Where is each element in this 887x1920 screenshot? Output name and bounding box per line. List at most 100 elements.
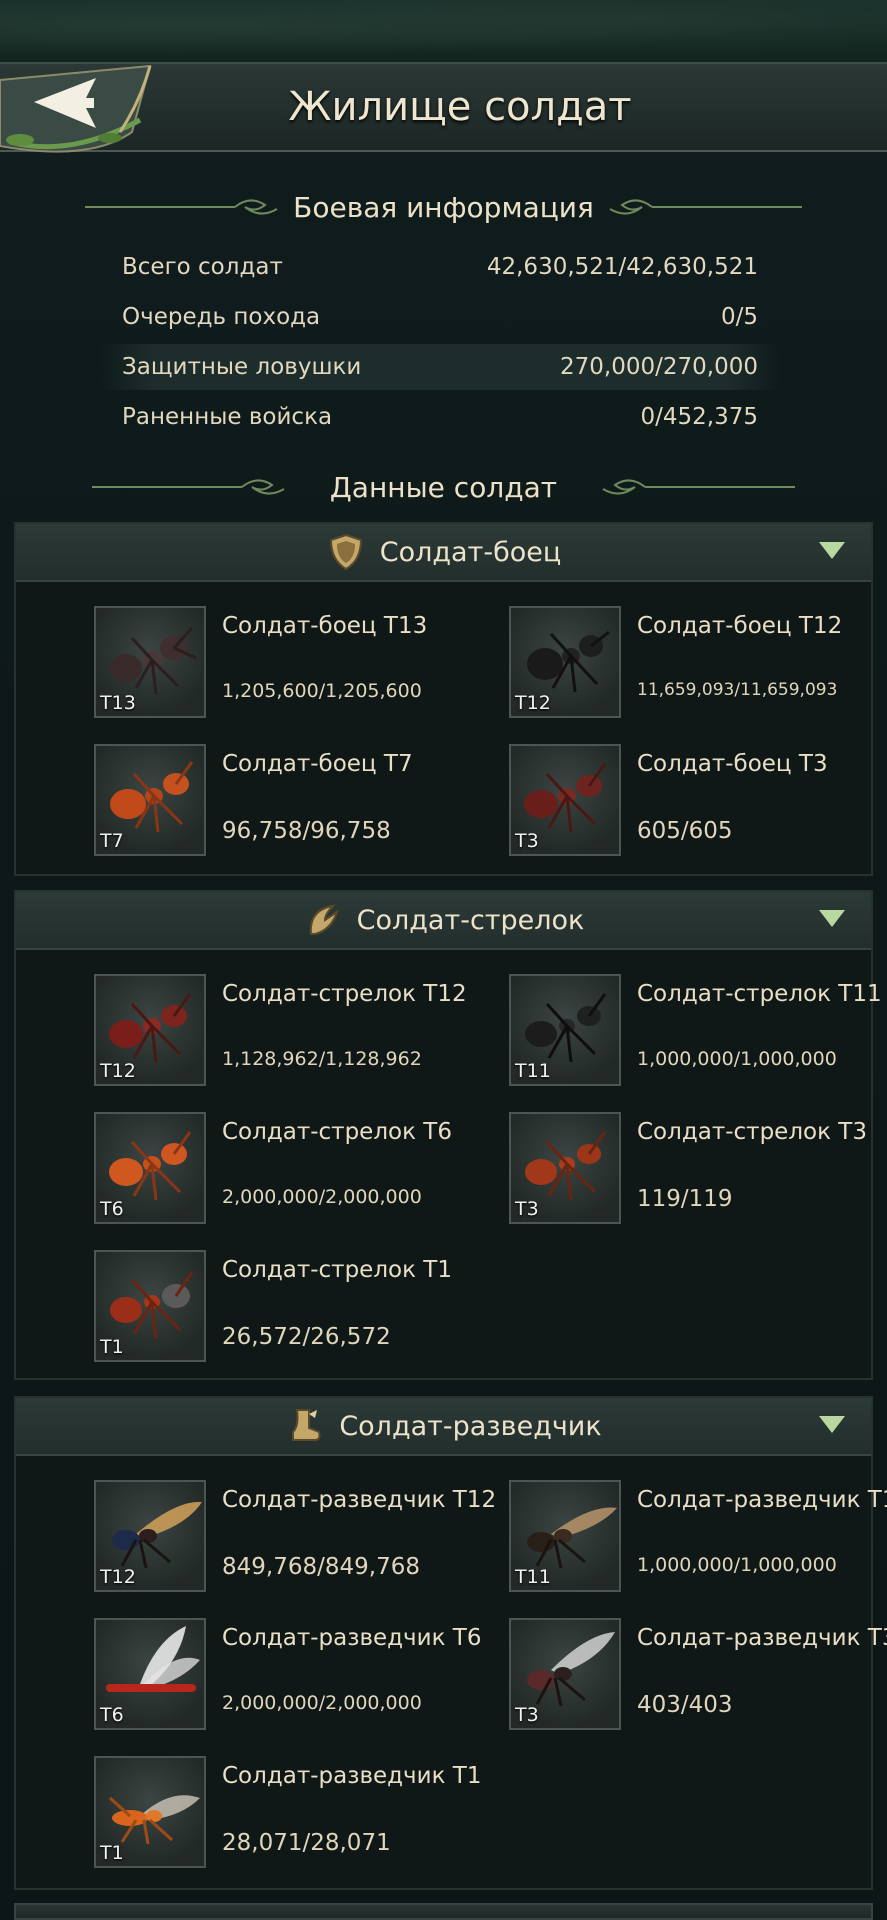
category-title: Солдат-боец — [379, 536, 562, 568]
boot-icon — [285, 1406, 325, 1446]
bow-icon — [303, 900, 343, 940]
unit-name: Солдат-стрелок T12 — [222, 981, 467, 1007]
category-header-shooter[interactable]: Солдат-стрелок — [16, 892, 871, 950]
tier-label: T3 — [515, 1198, 539, 1220]
unit-name: Солдат-разведчик T12 — [222, 1487, 497, 1513]
unit-card[interactable]: T11 Солдат-разведчик T11 1,000,000/1,000… — [509, 1480, 887, 1594]
unit-count: 1,205,600/1,205,600 — [222, 680, 422, 702]
tier-label: T7 — [100, 830, 124, 852]
unit-count: 403/403 — [637, 1692, 733, 1718]
unit-thumbnail: T6 — [94, 1618, 206, 1730]
soldier-data-title: Данные солдат — [329, 470, 558, 504]
ornament-left-icon — [91, 479, 285, 495]
unit-thumbnail: T1 — [94, 1756, 206, 1868]
unit-card[interactable]: T3 Солдат-боец T3 605/605 — [509, 744, 887, 858]
page-title: Жилище солдат — [288, 84, 632, 130]
next-panel-edge — [14, 1903, 873, 1920]
unit-thumbnail: T3 — [509, 1618, 621, 1730]
unit-card[interactable]: T1 Солдат-стрелок T1 26,572/26,572 — [94, 1250, 504, 1364]
unit-thumbnail: T1 — [94, 1250, 206, 1362]
chevron-down-icon[interactable] — [819, 542, 845, 559]
soldier-housing-screen: Жилище солдат Боевая информация Всего со… — [0, 0, 887, 1920]
unit-thumbnail: T11 — [509, 1480, 621, 1592]
unit-name: Солдат-стрелок T3 — [637, 1119, 867, 1145]
category-header-fighter[interactable]: Солдат-боец — [16, 524, 871, 582]
tier-label: T6 — [100, 1198, 124, 1220]
unit-card[interactable]: T7 Солдат-боец T7 96,758/96,758 — [94, 744, 504, 858]
unit-count: 28,071/28,071 — [222, 1830, 391, 1856]
info-row-march-queue: Очередь похода 0/5 — [100, 294, 780, 340]
unit-count: 849,768/849,768 — [222, 1554, 420, 1580]
unit-name: Солдат-разведчик T6 — [222, 1625, 482, 1651]
unit-count: 2,000,000/2,000,000 — [222, 1186, 422, 1208]
unit-name: Солдат-стрелок T11 — [637, 981, 882, 1007]
unit-thumbnail: T11 — [509, 974, 621, 1086]
info-value: 270,000/270,000 — [560, 354, 758, 380]
unit-card[interactable]: T1 Солдат-разведчик T1 28,071/28,071 — [94, 1756, 504, 1870]
category-title: Солдат-стрелок — [356, 904, 585, 936]
unit-name: Солдат-боец T7 — [222, 751, 413, 777]
unit-count: 119/119 — [637, 1186, 733, 1212]
unit-count: 26,572/26,572 — [222, 1324, 391, 1350]
unit-card[interactable]: T3 Солдат-стрелок T3 119/119 — [509, 1112, 887, 1226]
info-value: 0/5 — [720, 304, 758, 330]
unit-count: 11,659,093/11,659,093 — [637, 680, 838, 700]
unit-name: Солдат-разведчик T11 — [637, 1487, 887, 1513]
battle-info-title: Боевая информация — [293, 190, 594, 224]
tier-label: T1 — [100, 1842, 124, 1864]
unit-count: 1,000,000/1,000,000 — [637, 1048, 837, 1070]
unit-thumbnail: T6 — [94, 1112, 206, 1224]
ornament-right-icon — [602, 479, 796, 495]
chevron-down-icon[interactable] — [819, 910, 845, 927]
unit-card[interactable]: T12 Солдат-стрелок T12 1,128,962/1,128,9… — [94, 974, 504, 1088]
unit-thumbnail: T12 — [94, 974, 206, 1086]
unit-thumbnail: T13 — [94, 606, 206, 718]
unit-card[interactable]: T12 Солдат-разведчик T12 849,768/849,768 — [94, 1480, 504, 1594]
unit-card[interactable]: T6 Солдат-разведчик T6 2,000,000/2,000,0… — [94, 1618, 504, 1732]
unit-name: Солдат-боец T3 — [637, 751, 828, 777]
info-value: 42,630,521/42,630,521 — [486, 254, 758, 280]
soldier-data-heading: Данные солдат — [0, 462, 887, 512]
unit-card[interactable]: T3 Солдат-разведчик T3 403/403 — [509, 1618, 887, 1732]
shield-icon — [326, 532, 366, 572]
unit-count: 605/605 — [637, 818, 733, 844]
unit-card[interactable]: T6 Солдат-стрелок T6 2,000,000/2,000,000 — [94, 1112, 504, 1226]
unit-thumbnail: T7 — [94, 744, 206, 856]
tier-label: T11 — [515, 1566, 551, 1588]
unit-name: Солдат-боец T12 — [637, 613, 843, 639]
top-decor — [0, 0, 887, 62]
back-button[interactable] — [0, 62, 170, 158]
unit-count: 2,000,000/2,000,000 — [222, 1692, 422, 1714]
unit-name: Солдат-стрелок T1 — [222, 1257, 452, 1283]
unit-name: Солдат-стрелок T6 — [222, 1119, 452, 1145]
tier-label: T6 — [100, 1704, 124, 1726]
tier-label: T3 — [515, 830, 539, 852]
unit-card[interactable]: T12 Солдат-боец T12 11,659,093/11,659,09… — [509, 606, 887, 720]
unit-count: 1,000,000/1,000,000 — [637, 1554, 837, 1576]
info-row-total-soldiers: Всего солдат 42,630,521/42,630,521 — [100, 244, 780, 290]
unit-thumbnail: T12 — [509, 606, 621, 718]
ornament-left-icon — [85, 199, 278, 215]
unit-name: Солдат-разведчик T1 — [222, 1763, 482, 1789]
unit-name: Солдат-разведчик T3 — [637, 1625, 887, 1651]
tier-label: T12 — [100, 1566, 136, 1588]
unit-count: 96,758/96,758 — [222, 818, 391, 844]
tier-label: T12 — [100, 1060, 136, 1082]
info-label: Очередь похода — [122, 304, 321, 330]
info-label: Раненные войска — [122, 404, 333, 430]
tier-label: T13 — [100, 692, 136, 714]
info-label: Защитные ловушки — [122, 354, 362, 380]
tier-label: T3 — [515, 1704, 539, 1726]
tier-label: T12 — [515, 692, 551, 714]
chevron-down-icon[interactable] — [819, 1416, 845, 1433]
ornament-right-icon — [609, 199, 802, 215]
info-row-defense-traps: Защитные ловушки 270,000/270,000 — [100, 344, 780, 390]
category-header-scout[interactable]: Солдат-разведчик — [16, 1398, 871, 1456]
tier-label: T11 — [515, 1060, 551, 1082]
unit-thumbnail: T3 — [509, 1112, 621, 1224]
unit-card[interactable]: T11 Солдат-стрелок T11 1,000,000/1,000,0… — [509, 974, 887, 1088]
info-value: 0/452,375 — [640, 404, 759, 430]
unit-count: 1,128,962/1,128,962 — [222, 1048, 422, 1070]
unit-card[interactable]: T13 Солдат-боец T13 1,205,600/1,205,600 — [94, 606, 504, 720]
tier-label: T1 — [100, 1336, 124, 1358]
